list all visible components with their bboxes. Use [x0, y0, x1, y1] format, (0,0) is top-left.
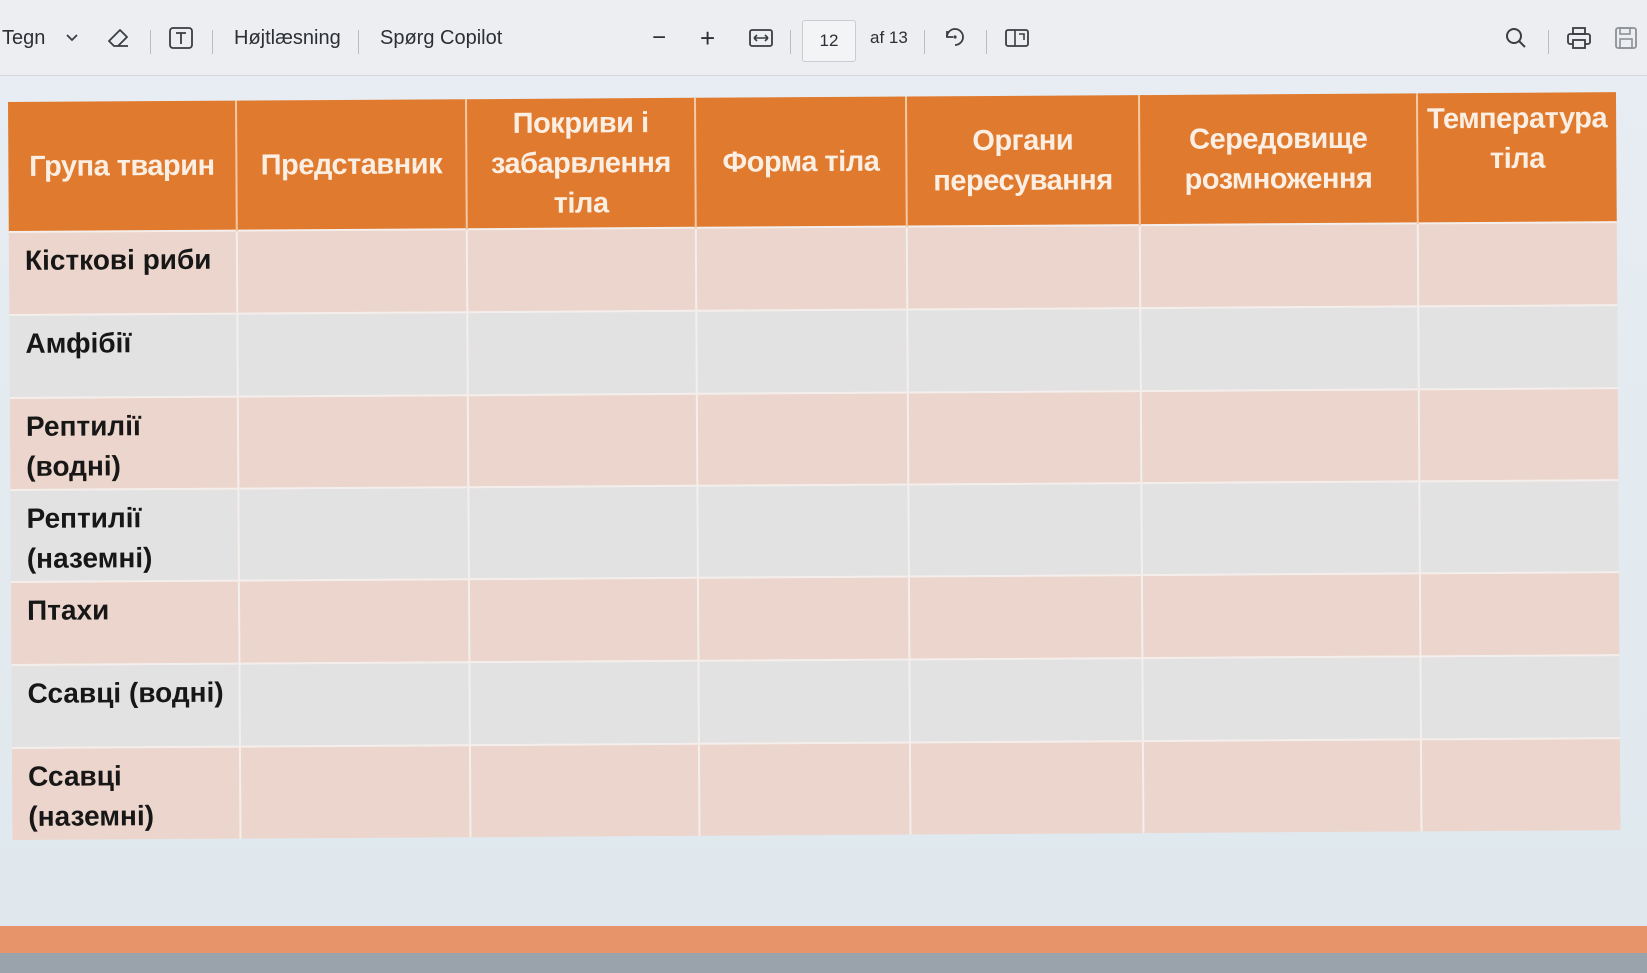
table-row: Ссавці (водні)	[11, 655, 1620, 748]
table-cell	[697, 484, 909, 578]
row-label: Рептилії (наземні)	[10, 488, 239, 582]
eraser-icon[interactable]	[106, 22, 132, 54]
table-cell	[695, 226, 908, 311]
read-aloud-button[interactable]: Højtlæsning	[234, 22, 341, 54]
table-cell	[466, 227, 697, 313]
table-cell	[697, 576, 910, 661]
table-cell	[1419, 480, 1619, 574]
print-icon[interactable]	[1566, 22, 1592, 54]
rotate-icon[interactable]	[942, 22, 968, 54]
header-cell: Органи пересування	[905, 95, 1140, 227]
draw-dropdown[interactable]: Tegn	[2, 22, 79, 54]
toolbar-divider	[358, 30, 359, 54]
table-cell	[239, 662, 470, 747]
table-row: Рептилії (водні)	[9, 388, 1619, 490]
table-cell	[469, 660, 699, 746]
header-cell: Представник	[235, 99, 467, 231]
animal-groups-table-wrap: Група тварин Представник Покриви і забар…	[8, 92, 1621, 840]
row-label: Рептилії (водні)	[9, 396, 239, 490]
page-bottom-edge	[0, 953, 1647, 973]
table-cell	[696, 392, 909, 486]
table-row: Птахи	[10, 572, 1620, 665]
search-icon[interactable]	[1504, 22, 1528, 54]
page-number-input[interactable]: 12	[802, 20, 856, 62]
table-cell	[238, 579, 470, 664]
pdf-toolbar: Tegn Højtlæsning Spørg Copilot − + 12 af…	[0, 0, 1647, 76]
page-total-label: af 13	[870, 28, 908, 47]
table-cell	[906, 225, 1141, 310]
toolbar-divider	[150, 30, 151, 54]
table-cell	[696, 309, 908, 394]
table-cell	[908, 575, 1143, 660]
table-cell	[1418, 388, 1619, 482]
row-label: Ссавці (наземні)	[11, 746, 241, 840]
table-cell	[907, 308, 1141, 393]
table-cell	[1142, 656, 1421, 742]
table-cell	[698, 659, 910, 744]
table-cell	[909, 741, 1144, 835]
table-cell	[1141, 573, 1421, 659]
toolbar-divider	[790, 30, 791, 54]
table-cell	[236, 229, 468, 314]
header-cell: Форма тіла	[694, 96, 907, 228]
page-footer-stripe	[0, 926, 1647, 953]
table-cell	[239, 745, 471, 839]
table-row: Амфібії	[9, 305, 1618, 398]
table-cell	[1420, 655, 1620, 740]
zoom-out-button[interactable]: −	[652, 22, 666, 54]
toolbar-divider	[924, 30, 925, 54]
table-cell	[1419, 572, 1620, 657]
table-cell	[908, 483, 1142, 577]
table-cell	[698, 742, 911, 836]
page-view-icon[interactable]	[1004, 22, 1030, 54]
table-row: Ссавці (наземні)	[11, 738, 1621, 840]
row-label: Ссавці (водні)	[11, 663, 240, 748]
table-row: Рептилії (наземні)	[10, 480, 1619, 582]
table-header-row: Група тварин Представник Покриви і забар…	[8, 92, 1617, 232]
toolbar-divider	[1548, 30, 1549, 54]
toolbar-divider	[986, 30, 987, 54]
table-cell	[907, 391, 1142, 485]
ask-copilot-button[interactable]: Spørg Copilot	[380, 22, 502, 54]
header-cell: Середовище розмноження	[1138, 93, 1418, 226]
animal-groups-table: Група тварин Представник Покриви і забар…	[8, 92, 1621, 840]
draw-label: Tegn	[2, 26, 46, 49]
table-cell	[237, 312, 468, 397]
row-label: Амфібії	[9, 313, 238, 398]
table-row: Кісткові риби	[8, 222, 1618, 315]
header-cell: Температура тіла	[1416, 92, 1617, 224]
table-cell	[909, 658, 1143, 743]
table-cell	[468, 485, 698, 580]
table-cell	[468, 577, 699, 663]
table-cell	[1140, 306, 1419, 392]
table-cell	[1141, 481, 1420, 576]
zoom-in-button[interactable]: +	[700, 22, 715, 54]
toolbar-divider	[212, 30, 213, 54]
table-cell	[469, 743, 700, 838]
text-box-icon[interactable]	[168, 22, 194, 54]
document-page: Група тварин Представник Покриви і забар…	[0, 76, 1647, 973]
table-cell	[1139, 223, 1419, 309]
fit-width-icon[interactable]	[748, 22, 774, 54]
row-label: Птахи	[10, 580, 240, 665]
table-cell	[1420, 738, 1621, 832]
table-cell	[237, 395, 469, 489]
table-cell	[1418, 305, 1618, 390]
chevron-down-icon	[65, 33, 79, 43]
row-label: Кісткові риби	[8, 230, 238, 315]
header-cell: Покриви і забарвлення тіла	[465, 97, 696, 230]
table-cell	[1140, 389, 1420, 484]
table-cell	[467, 393, 698, 488]
header-cell: Група тварин	[8, 100, 237, 232]
table-cell	[1142, 739, 1422, 834]
save-icon[interactable]	[1614, 22, 1638, 54]
table-cell	[238, 487, 469, 581]
table-cell	[1417, 222, 1618, 307]
table-cell	[467, 310, 697, 396]
